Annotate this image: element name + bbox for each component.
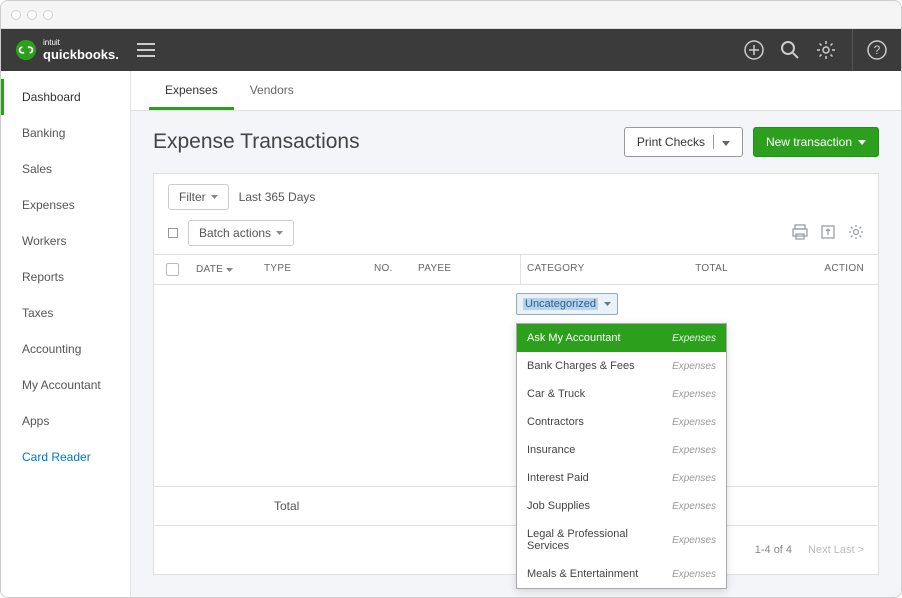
- subtabs: Expenses Vendors: [131, 71, 901, 111]
- sidebar-item-sales[interactable]: Sales: [1, 151, 130, 187]
- column-total[interactable]: TOTAL: [626, 255, 734, 284]
- batch-actions-label: Batch actions: [199, 226, 271, 240]
- sidebar-item-taxes[interactable]: Taxes: [1, 295, 130, 331]
- table-body: Uncategorized Ask My Accountant Expenses…: [154, 285, 878, 486]
- transactions-panel: Filter Last 365 Days Batch actions: [153, 173, 879, 575]
- filter-label: Filter: [179, 190, 206, 204]
- option-name: Job Supplies: [527, 500, 590, 512]
- column-payee[interactable]: PAYEE: [412, 255, 520, 284]
- maximize-window-icon[interactable]: [43, 10, 53, 20]
- sidebar-item-accounting[interactable]: Accounting: [1, 331, 130, 367]
- sidebar-item-my-accountant[interactable]: My Accountant: [1, 367, 130, 403]
- gear-icon[interactable]: [816, 40, 836, 60]
- sidebar-item-dashboard[interactable]: Dashboard: [1, 79, 130, 115]
- category-select[interactable]: Uncategorized: [516, 293, 618, 315]
- column-date[interactable]: DATE: [190, 255, 258, 284]
- option-name: Interest Paid: [527, 472, 589, 484]
- option-name: Legal & Professional Services: [527, 528, 672, 552]
- window-controls: [11, 10, 53, 20]
- print-checks-label: Print Checks: [637, 135, 705, 149]
- batch-actions-button[interactable]: Batch actions: [188, 220, 294, 246]
- pagination-range: 1-4 of 4: [755, 544, 792, 556]
- print-checks-button[interactable]: Print Checks: [624, 127, 743, 157]
- category-option-legal-professional[interactable]: Legal & Professional Services Expenses: [517, 520, 726, 560]
- svg-text:?: ?: [874, 43, 881, 57]
- option-type: Expenses: [672, 389, 716, 400]
- option-type: Expenses: [672, 417, 716, 428]
- sidebar-item-workers[interactable]: Workers: [1, 223, 130, 259]
- pagination-next[interactable]: Next Last >: [808, 544, 864, 556]
- minimize-window-icon[interactable]: [27, 10, 37, 20]
- category-selected-value: Uncategorized: [523, 298, 598, 310]
- column-type[interactable]: TYPE: [258, 255, 368, 284]
- select-all-checkbox[interactable]: [166, 263, 179, 276]
- column-action: ACTION: [734, 255, 878, 284]
- tab-expenses[interactable]: Expenses: [149, 73, 234, 110]
- option-name: Ask My Accountant: [527, 332, 621, 344]
- category-dropdown: Ask My Accountant Expenses Bank Charges …: [516, 323, 727, 589]
- sort-desc-icon: [226, 268, 233, 272]
- select-indicator: [168, 228, 178, 238]
- new-transaction-label: New transaction: [766, 135, 852, 149]
- option-type: Expenses: [672, 445, 716, 456]
- hamburger-menu-icon[interactable]: [137, 43, 155, 57]
- chevron-down-icon: [276, 231, 283, 235]
- sidebar-item-reports[interactable]: Reports: [1, 259, 130, 295]
- page-title: Expense Transactions: [153, 130, 360, 154]
- category-option-interest-paid[interactable]: Interest Paid Expenses: [517, 464, 726, 492]
- close-window-icon[interactable]: [11, 10, 21, 20]
- option-type: Expenses: [672, 473, 716, 484]
- application-window: intuit quickbooks. ?: [0, 0, 902, 598]
- option-name: Car & Truck: [527, 388, 585, 400]
- column-no[interactable]: NO.: [368, 255, 412, 284]
- print-checks-split-icon[interactable]: [713, 135, 730, 149]
- option-name: Contractors: [527, 416, 584, 428]
- category-option-meals-entertainment[interactable]: Meals & Entertainment Expenses: [517, 560, 726, 588]
- export-icon[interactable]: [820, 224, 836, 243]
- sidebar: Dashboard Banking Sales Expenses Workers…: [1, 71, 131, 597]
- sidebar-item-apps[interactable]: Apps: [1, 403, 130, 439]
- print-icon[interactable]: [792, 224, 808, 243]
- sidebar-item-expenses[interactable]: Expenses: [1, 187, 130, 223]
- settings-icon[interactable]: [848, 224, 864, 243]
- option-type: Expenses: [672, 535, 716, 546]
- intuit-label: intuit: [43, 39, 119, 47]
- category-option-ask-my-accountant[interactable]: Ask My Accountant Expenses: [517, 324, 726, 352]
- column-category[interactable]: CATEGORY: [520, 255, 626, 284]
- help-icon[interactable]: ?: [867, 40, 887, 60]
- sidebar-item-card-reader[interactable]: Card Reader: [1, 439, 130, 475]
- window-titlebar: [1, 1, 901, 29]
- option-type: Expenses: [672, 361, 716, 372]
- total-label: Total: [154, 499, 412, 513]
- qb-swirl-icon: [15, 39, 37, 61]
- option-name: Bank Charges & Fees: [527, 360, 635, 372]
- chevron-down-icon: [604, 302, 611, 306]
- category-option-insurance[interactable]: Insurance Expenses: [517, 436, 726, 464]
- option-name: Insurance: [527, 444, 575, 456]
- sidebar-item-banking[interactable]: Banking: [1, 115, 130, 151]
- option-type: Expenses: [672, 501, 716, 512]
- date-range-label: Last 365 Days: [239, 190, 316, 204]
- quickbooks-logo: intuit quickbooks.: [15, 39, 119, 62]
- category-option-job-supplies[interactable]: Job Supplies Expenses: [517, 492, 726, 520]
- add-icon[interactable]: [744, 40, 764, 60]
- chevron-down-icon: [211, 195, 218, 199]
- filter-button[interactable]: Filter: [168, 184, 229, 210]
- search-icon[interactable]: [780, 40, 800, 60]
- option-name: Meals & Entertainment: [527, 568, 638, 580]
- category-option-contractors[interactable]: Contractors Expenses: [517, 408, 726, 436]
- topbar: intuit quickbooks. ?: [1, 29, 901, 71]
- option-type: Expenses: [672, 333, 716, 344]
- category-option-bank-charges[interactable]: Bank Charges & Fees Expenses: [517, 352, 726, 380]
- chevron-down-icon: [858, 140, 866, 145]
- category-option-car-truck[interactable]: Car & Truck Expenses: [517, 380, 726, 408]
- table-header: DATE TYPE NO. PAYEE CATEGORY TOTAL ACTIO…: [154, 254, 878, 285]
- tab-vendors[interactable]: Vendors: [234, 73, 310, 110]
- quickbooks-label: quickbooks.: [43, 47, 119, 62]
- new-transaction-button[interactable]: New transaction: [753, 127, 879, 157]
- option-type: Expenses: [672, 569, 716, 580]
